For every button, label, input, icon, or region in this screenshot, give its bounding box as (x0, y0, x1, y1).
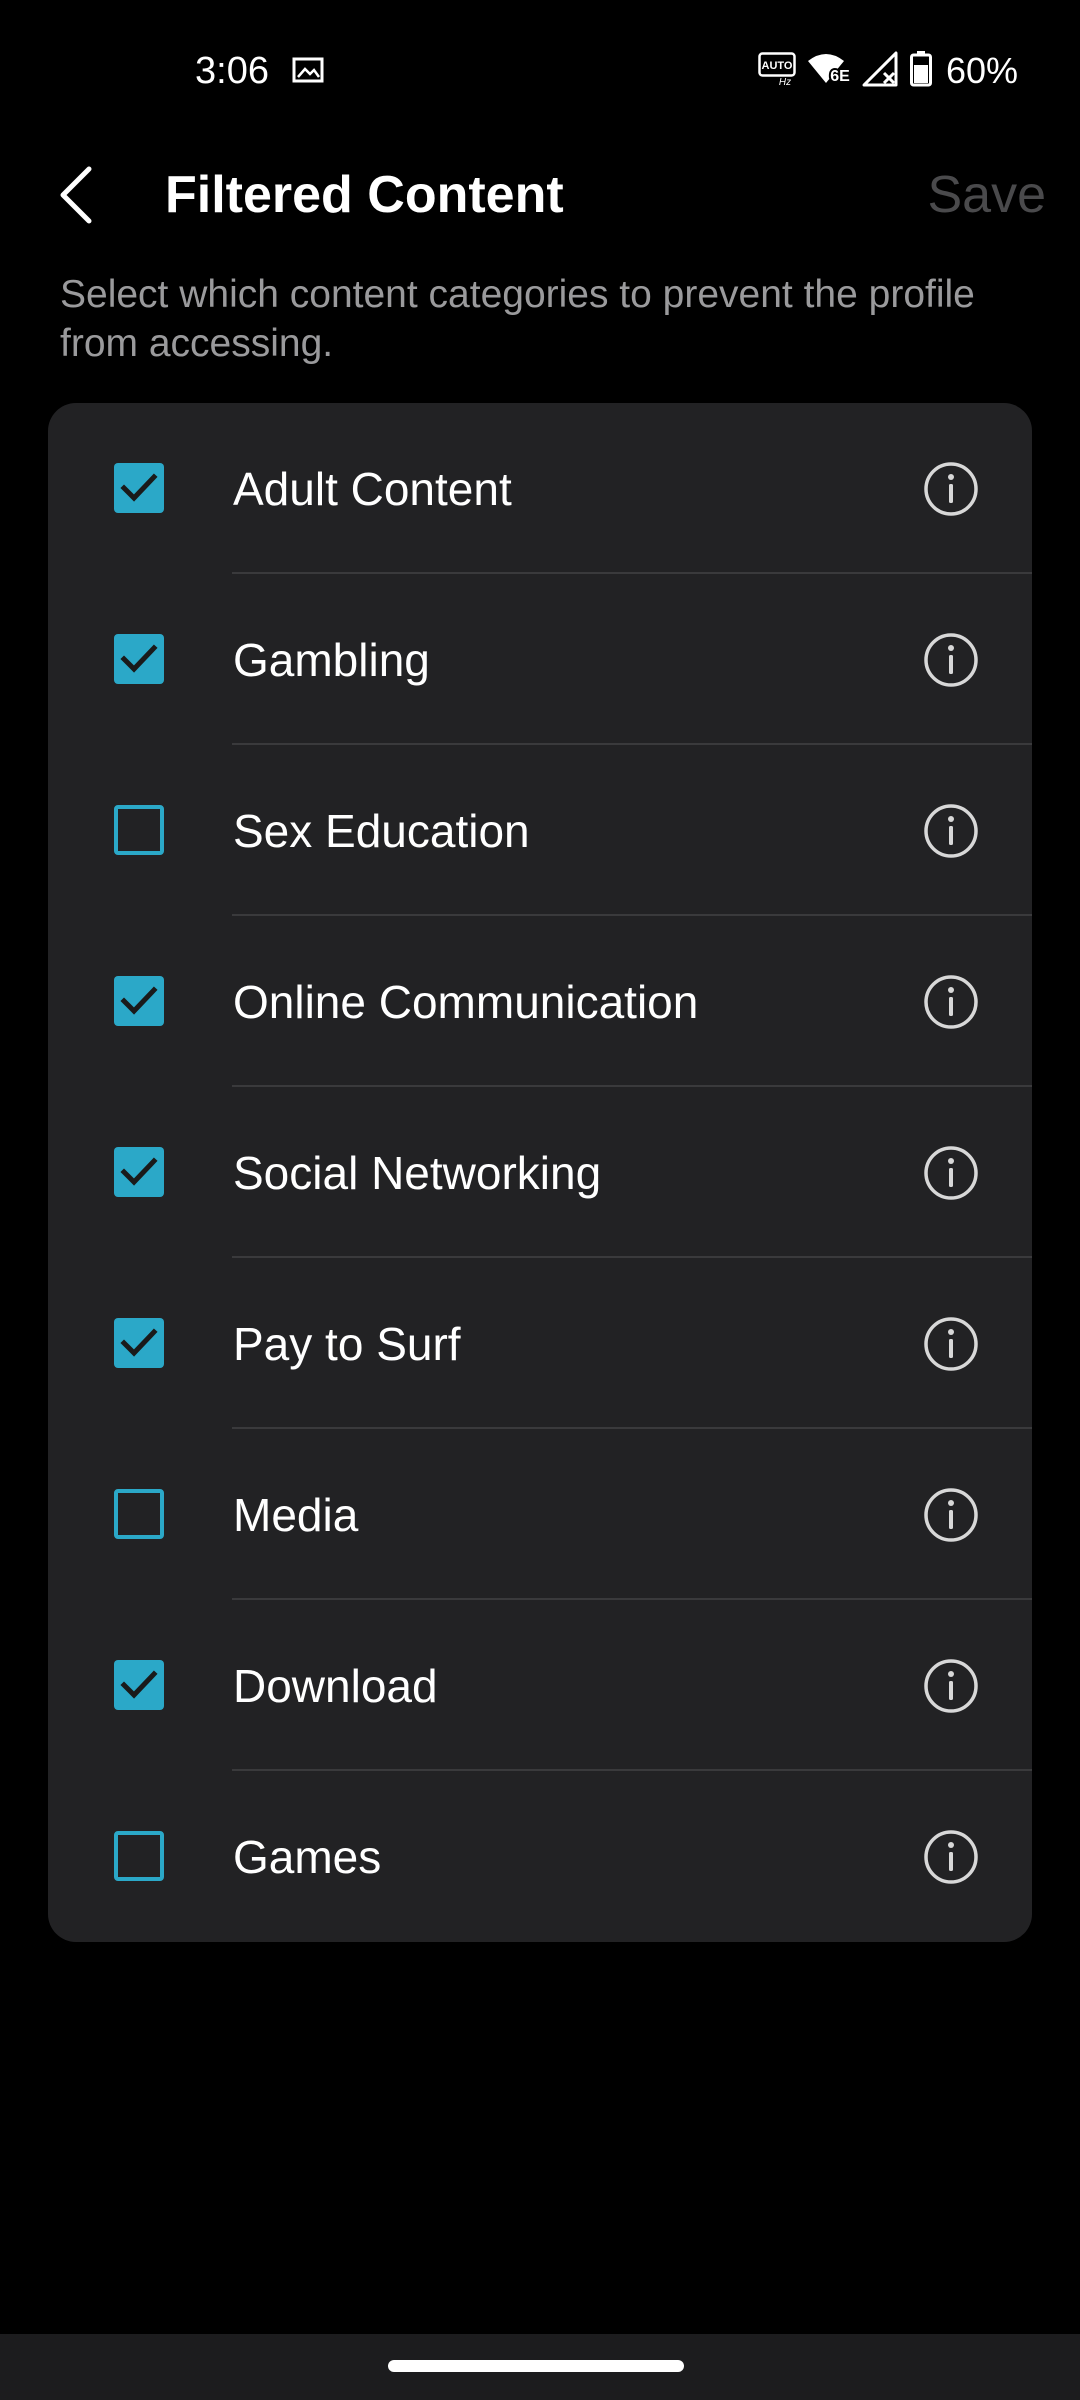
check-icon (120, 1670, 158, 1699)
category-row-games[interactable]: Games (48, 1771, 1032, 1942)
category-label: Media (233, 1489, 359, 1541)
navigation-bar (0, 2334, 1080, 2400)
category-row-pay-to-surf[interactable]: Pay to Surf (48, 1258, 1032, 1429)
check-icon (120, 1157, 158, 1186)
page-title: Filtered Content (165, 166, 564, 224)
checkbox[interactable] (114, 1489, 164, 1539)
category-row-social-networking[interactable]: Social Networking (48, 1087, 1032, 1258)
info-icon[interactable] (923, 803, 979, 859)
category-row-media[interactable]: Media (48, 1429, 1032, 1600)
check-icon (120, 644, 158, 673)
wifi-6e-icon: 6E 6E (806, 51, 852, 92)
signal-icon (860, 51, 900, 92)
category-row-sex-education[interactable]: Sex Education (48, 745, 1032, 916)
category-label: Adult Content (233, 463, 512, 515)
description-text: Select which content categories to preve… (60, 273, 975, 365)
category-list: Adult Content Gambling Sex Education Onl… (48, 403, 1032, 1942)
category-label: Pay to Surf (233, 1318, 461, 1370)
back-button[interactable] (42, 160, 112, 230)
checkbox[interactable] (114, 1318, 164, 1368)
check-icon (120, 1328, 158, 1357)
checkbox[interactable] (114, 1831, 164, 1881)
category-label: Social Networking (233, 1147, 602, 1199)
category-row-download[interactable]: Download (48, 1600, 1032, 1771)
category-label: Games (233, 1831, 382, 1883)
info-icon[interactable] (923, 461, 979, 517)
auto-hz-icon: AUTO Hz (758, 51, 796, 91)
info-icon[interactable] (923, 632, 979, 688)
chevron-left-icon (60, 166, 92, 224)
checkbox[interactable] (114, 463, 164, 513)
battery-icon (909, 50, 932, 92)
auto-label: AUTO (761, 60, 792, 72)
checkbox[interactable] (114, 976, 164, 1026)
info-icon[interactable] (923, 1487, 979, 1543)
hz-label: Hz (779, 77, 791, 86)
category-label: Download (233, 1660, 438, 1712)
category-label: Online Communication (233, 976, 699, 1028)
info-icon[interactable] (923, 1145, 979, 1201)
gallery-icon (292, 57, 324, 83)
check-icon (120, 473, 158, 502)
checkbox[interactable] (114, 634, 164, 684)
status-time: 3:06 (195, 50, 269, 92)
category-label: Sex Education (233, 805, 530, 857)
category-label: Gambling (233, 634, 430, 686)
info-icon[interactable] (923, 1829, 979, 1885)
checkbox[interactable] (114, 805, 164, 855)
home-indicator[interactable] (388, 2360, 684, 2372)
status-icons: AUTO Hz 6E 6E 60% (758, 48, 1018, 94)
category-row-adult-content[interactable]: Adult Content (48, 403, 1032, 574)
info-icon[interactable] (923, 974, 979, 1030)
wifi-label: 6E (830, 68, 850, 85)
status-bar: 3:06 AUTO Hz 6E 6E 60% (0, 0, 1080, 140)
info-icon[interactable] (923, 1658, 979, 1714)
check-icon (120, 986, 158, 1015)
checkbox[interactable] (114, 1147, 164, 1197)
app-header: Filtered Content Save (0, 140, 1080, 250)
category-row-online-communication[interactable]: Online Communication (48, 916, 1032, 1087)
checkbox[interactable] (114, 1660, 164, 1710)
save-button[interactable]: Save (927, 162, 1046, 228)
battery-percentage: 60% (945, 50, 1018, 91)
info-icon[interactable] (923, 1316, 979, 1372)
category-row-gambling[interactable]: Gambling (48, 574, 1032, 745)
